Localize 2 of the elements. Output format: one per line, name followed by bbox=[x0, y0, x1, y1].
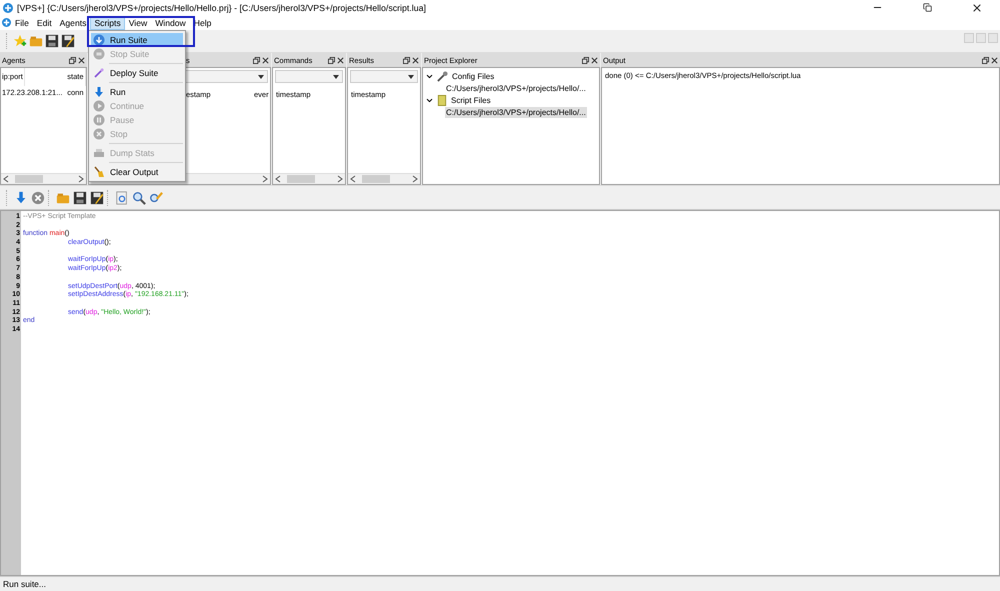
window-title: [VPS+] {C:/Users/jherol3/VPS+/projects/Hello/Hello.prj} - [C:/Users/jherol3/VPS+/projects/Hello/script.lua] bbox=[17, 2, 427, 12]
status-text: Run suite... bbox=[3, 579, 46, 589]
